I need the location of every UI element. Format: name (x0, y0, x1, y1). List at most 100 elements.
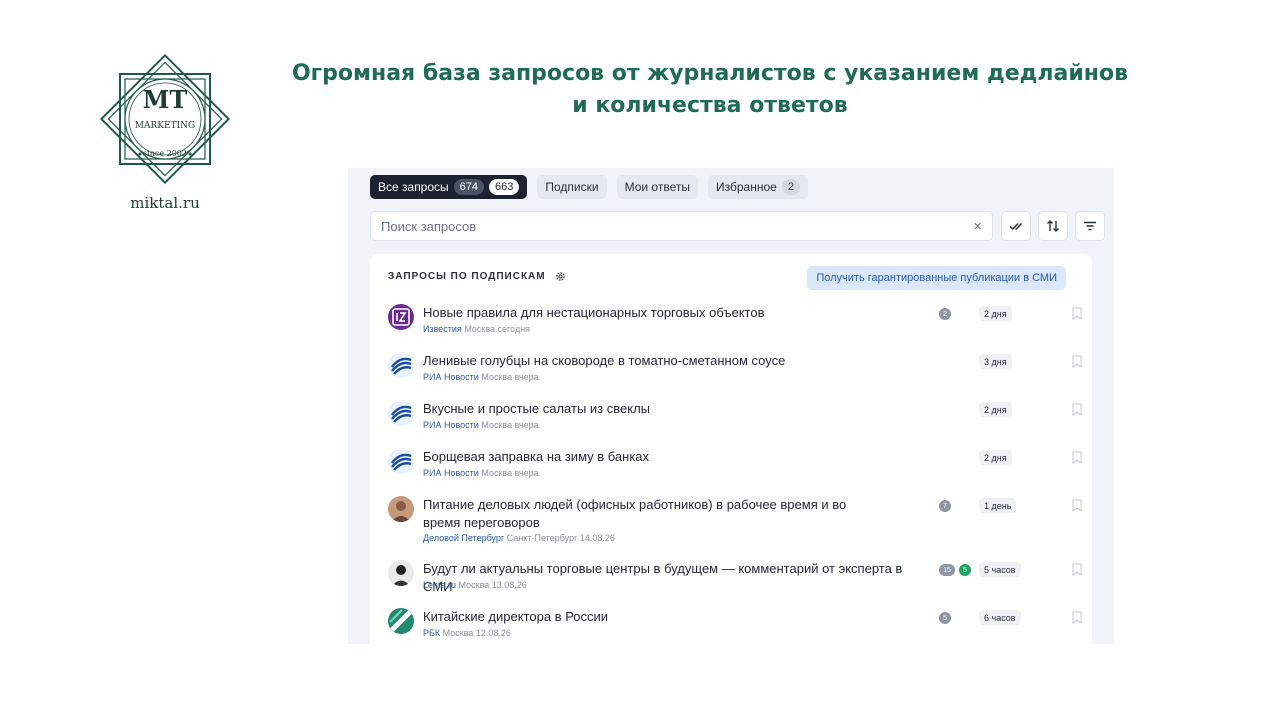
tab-count-total: 674 (453, 179, 485, 195)
request-row[interactable]: Китайские директора в России РБК Москва … (370, 608, 1092, 644)
new-answers-badge: 5 (959, 564, 971, 576)
request-meta: РБК Москва 12.08.26 (423, 628, 511, 638)
answers-count-badge: 7 (939, 500, 951, 512)
bookmark-icon[interactable] (1072, 611, 1082, 624)
request-source[interactable]: РИА Новости (423, 468, 479, 478)
request-title: Питание деловых людей (офисных работнико… (423, 497, 847, 530)
bookmark-icon[interactable] (1072, 307, 1082, 320)
tabs-bar: Все запросы 674 663 Подписки Мои ответы … (370, 175, 808, 199)
answers-count-badge: 2 (939, 308, 951, 320)
deadline-badge: 2 дня (979, 402, 1012, 417)
section-header: ЗАПРОСЫ ПО ПОДПИСКАМ (388, 270, 567, 283)
tab-label: Избранное (715, 180, 777, 194)
request-title: Будут ли актуальны торговые центры в буд… (423, 561, 903, 594)
bookmark-icon[interactable] (1072, 403, 1082, 416)
request-place-time: Москва вчера (481, 420, 539, 430)
tab-favorites[interactable]: Избранное 2 (707, 175, 808, 199)
request-title: Китайские директора в России (423, 609, 609, 624)
requests-app-panel: Все запросы 674 663 Подписки Мои ответы … (348, 168, 1114, 644)
request-meta: РИА Новости Москва вчера (423, 372, 539, 382)
request-source[interactable]: Lenta.ru (423, 580, 456, 590)
request-row[interactable]: Вкусные и простые салаты из свеклы РИА Н… (370, 400, 1092, 440)
gear-icon[interactable] (554, 270, 567, 283)
answer-badges: 2 (939, 308, 951, 320)
bookmark-icon[interactable] (1072, 563, 1082, 576)
request-row[interactable]: Новые правила для нестационарных торговы… (370, 304, 1092, 344)
rbc-logo-icon (388, 608, 414, 634)
filter-button[interactable] (1075, 211, 1105, 241)
request-source[interactable]: РИА Новости (423, 420, 479, 430)
request-title: Вкусные и простые салаты из свеклы (423, 401, 650, 416)
person-avatar-icon (388, 496, 414, 522)
answer-badges: 7 (939, 500, 951, 512)
tab-my-answers[interactable]: Мои ответы (616, 175, 698, 199)
tab-count-open: 663 (489, 179, 520, 195)
sort-button[interactable] (1038, 211, 1068, 241)
tab-count-favorites: 2 (781, 179, 800, 195)
tab-subscriptions[interactable]: Подписки (537, 175, 607, 199)
person-avatar-icon (388, 560, 414, 586)
bookmark-icon[interactable] (1072, 499, 1082, 512)
request-place-time: Москва вчера (481, 372, 539, 382)
deadline-badge: 2 дня (979, 306, 1012, 321)
section-title: ЗАПРОСЫ ПО ПОДПИСКАМ (388, 271, 546, 282)
request-place-time: Санкт-Петербург 14.08.26 (506, 533, 615, 543)
tab-all-requests[interactable]: Все запросы 674 663 (370, 175, 528, 199)
request-source[interactable]: РБК (423, 628, 440, 638)
tab-label: Подписки (545, 180, 599, 194)
mark-read-button[interactable] (1001, 211, 1031, 241)
clear-search-icon[interactable]: × (973, 218, 982, 235)
logo-site-text: miktal.ru (130, 194, 200, 212)
bookmark-icon[interactable] (1072, 355, 1082, 368)
ria-logo-icon (388, 400, 414, 426)
guaranteed-publications-button[interactable]: Получить гарантированные публикации в СМ… (807, 266, 1066, 290)
answers-count-badge: 15 (939, 564, 955, 576)
request-row[interactable]: Питание деловых людей (офисных работнико… (370, 496, 1092, 554)
ria-logo-icon (388, 448, 414, 474)
headline-line-1: Огромная база запросов от журналистов с … (291, 61, 1129, 86)
headline-line-2: и количества ответов (572, 93, 848, 118)
deadline-badge: 1 день (979, 498, 1017, 513)
logo-seal: MT MARKETING since 2002 (99, 53, 231, 185)
ria-logo-icon (388, 352, 414, 378)
request-meta: РИА Новости Москва вчера (423, 420, 539, 430)
request-meta: Lenta.ru Москва 13.08.26 (423, 580, 527, 590)
deadline-badge: 3 дня (979, 354, 1012, 369)
request-place-time: Москва сегодня (464, 324, 531, 334)
request-source[interactable]: Известия (423, 324, 462, 334)
request-title: Борщевая заправка на зиму в банках (423, 449, 650, 464)
subscription-requests-card: ЗАПРОСЫ ПО ПОДПИСКАМ Получить гарантиров… (370, 254, 1092, 644)
bookmark-icon[interactable] (1072, 451, 1082, 464)
deadline-badge: 6 часов (979, 610, 1021, 625)
logo-tagline: MARKETING (135, 121, 195, 131)
headline: Огромная база запросов от журналистов с … (280, 58, 1140, 122)
mt-marketing-logo: MT MARKETING since 2002 (92, 46, 238, 192)
logo-since: since 2002 (143, 149, 187, 158)
request-row[interactable]: Борщевая заправка на зиму в банках РИА Н… (370, 448, 1092, 488)
answer-badges: 5 (939, 612, 951, 624)
request-row[interactable]: Будут ли актуальны торговые центры в буд… (370, 560, 1092, 600)
request-meta: Деловой Петербург Санкт-Петербург 14.08.… (423, 533, 615, 543)
deadline-badge: 5 часов (979, 562, 1021, 577)
search-box: × (370, 211, 993, 241)
answers-count-badge: 5 (939, 612, 951, 624)
request-source[interactable]: РИА Новости (423, 372, 479, 382)
request-title: Новые правила для нестационарных торговы… (423, 305, 765, 320)
request-row[interactable]: Ленивые голубцы на сковороде в томатно-с… (370, 352, 1092, 392)
request-meta: РИА Новости Москва вчера (423, 468, 539, 478)
logo-letters: MT (143, 85, 188, 114)
filter-lines-icon (1084, 221, 1096, 231)
deadline-badge: 2 дня (979, 450, 1012, 465)
izvestia-logo-icon (388, 304, 414, 330)
request-source[interactable]: Деловой Петербург (423, 533, 504, 543)
request-place-time: Москва 12.08.26 (442, 628, 511, 638)
tab-label: Все запросы (378, 180, 449, 194)
double-check-icon (1009, 222, 1023, 231)
request-place-time: Москва вчера (481, 468, 539, 478)
sort-arrows-icon (1047, 220, 1059, 232)
tab-label: Мои ответы (624, 180, 690, 194)
search-input[interactable] (381, 218, 974, 234)
request-place-time: Москва 13.08.26 (458, 580, 527, 590)
answer-badges: 15 5 (939, 564, 971, 576)
request-title: Ленивые голубцы на сковороде в томатно-с… (423, 353, 786, 368)
